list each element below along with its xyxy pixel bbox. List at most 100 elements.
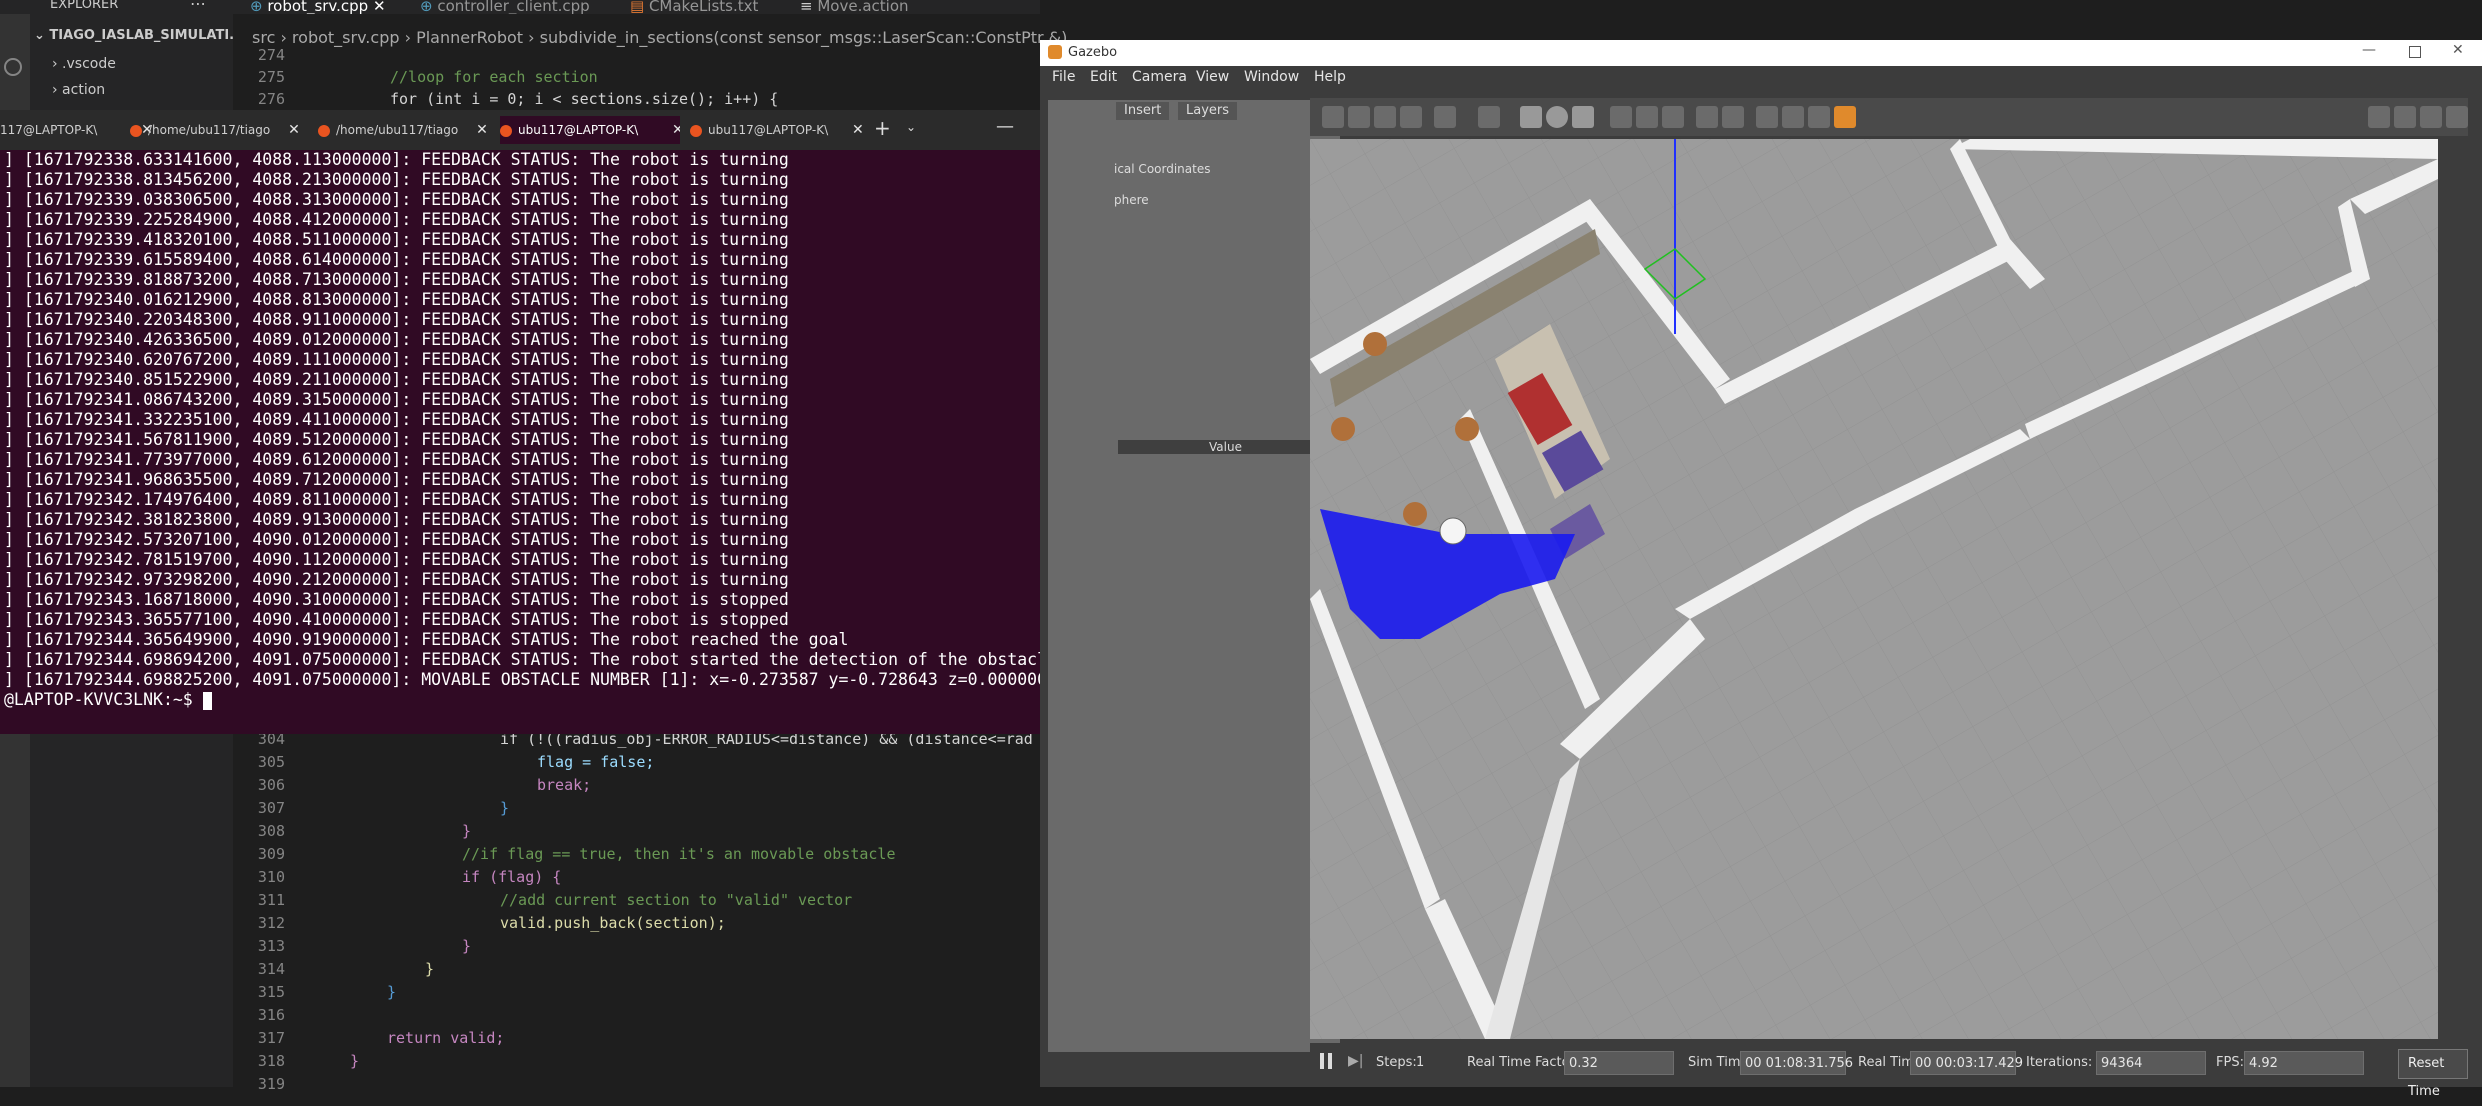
folder-vscode[interactable]: › .vscode (52, 56, 116, 72)
iterations-value: 94364 (2096, 1051, 2206, 1075)
terminal-window[interactable]: 117@LAPTOP-K\ ✕ /home/ubu117/tiago ✕ /ho… (0, 110, 1118, 734)
menu-edit[interactable]: Edit (1090, 69, 1117, 85)
scene-viewport[interactable] (1310, 139, 2438, 1039)
copy-icon[interactable] (1696, 106, 1718, 128)
iterations-label: Iterations: (2026, 1055, 2093, 1070)
terminal-tab-2[interactable]: /home/ubu117/tiago ✕ (130, 116, 310, 144)
close-icon[interactable]: ✕ (2452, 42, 2464, 58)
robot[interactable] (1439, 517, 1467, 545)
fps-value: 4.92 (2244, 1051, 2364, 1075)
steps-label: Steps: (1376, 1055, 1417, 1070)
steps-value[interactable]: 1 (1416, 1055, 1424, 1070)
spotlight-icon[interactable] (1662, 106, 1684, 128)
align-icon[interactable] (1756, 106, 1778, 128)
code-line: if (flag) { (462, 868, 562, 886)
terminal-line: ] [1671792339.225284900, 4088.412000000]… (4, 210, 789, 229)
terminal-line: ] [1671792340.851522900, 4089.211000000]… (4, 370, 789, 389)
code-line: } (350, 1052, 360, 1070)
cylinder-icon[interactable] (1572, 106, 1594, 128)
pause-icon[interactable] (1320, 1053, 1332, 1069)
code-line: //add current section to "valid" vector (500, 891, 853, 909)
code-line: } (462, 822, 472, 840)
record-icon[interactable] (2394, 106, 2416, 128)
tab-insert[interactable]: Insert (1116, 102, 1170, 120)
menu-help[interactable]: Help (1314, 69, 1346, 85)
magnet-icon[interactable] (1808, 106, 1830, 128)
translate-icon[interactable] (1348, 106, 1370, 128)
plot-icon[interactable] (2420, 106, 2442, 128)
line-number: 308 (257, 822, 285, 840)
screenshot-icon[interactable] (2368, 106, 2390, 128)
terminal-tab-3[interactable]: /home/ubu117/tiago ✕ (318, 116, 498, 144)
tree-item[interactable]: phere (1114, 193, 1149, 207)
rotate-icon[interactable] (1374, 106, 1396, 128)
video-icon[interactable] (2446, 106, 2468, 128)
tree-item[interactable]: ical Coordinates (1114, 162, 1210, 176)
cylinder-table (1455, 417, 1479, 441)
line-number: 311 (257, 891, 285, 909)
tab-label: /home/ubu117/tiago (148, 123, 271, 137)
menu-file[interactable]: File (1052, 69, 1075, 85)
cylinder-table (1403, 502, 1427, 526)
line-number: 310 (257, 868, 285, 886)
terminal-line: ] [1671792341.332235100, 4089.411000000]… (4, 410, 789, 429)
code-line: //loop for each section (390, 68, 598, 86)
step-icon[interactable]: ▶| (1348, 1053, 1363, 1069)
close-icon[interactable]: ✕ (672, 122, 680, 138)
minimize-icon[interactable]: — (996, 116, 1014, 137)
tab-label: ubu117@LAPTOP-K\ (518, 123, 639, 137)
workspace-root[interactable]: ⌄ TIAGO_IASLAB_SIMULATI... (34, 28, 244, 43)
line-number: 314 (257, 960, 285, 978)
terminal-line: ] [1671792344.698694200, 4091.075000000]… (4, 650, 1067, 669)
more-icon[interactable]: ⋯ (190, 0, 206, 13)
close-icon[interactable]: ✕ (288, 122, 300, 138)
gazebo-logo-icon (1048, 45, 1062, 59)
view-angle-icon[interactable] (1834, 106, 1856, 128)
minimize-icon[interactable]: — (2362, 42, 2376, 58)
scene-render (1310, 139, 2438, 1039)
code-line: } (387, 983, 397, 1001)
new-tab-icon[interactable]: + (874, 116, 891, 140)
line-number: 315 (257, 983, 285, 1001)
code-line: } (425, 960, 435, 978)
tab-label: /home/ubu117/tiago (336, 123, 459, 137)
menu-window[interactable]: Window (1244, 69, 1299, 85)
line-number: 313 (257, 937, 285, 955)
terminal-tab-4[interactable]: ubu117@LAPTOP-K\ ✕ (500, 116, 680, 144)
close-icon[interactable]: ✕ (373, 0, 386, 15)
search-icon[interactable] (4, 58, 22, 76)
terminal-tab-5[interactable]: ubu117@LAPTOP-K\ ✕ (690, 116, 870, 144)
snap-icon[interactable] (1782, 106, 1804, 128)
pointlight-icon[interactable] (1636, 106, 1658, 128)
line-number: 316 (257, 1006, 285, 1024)
tab-layers[interactable]: Layers (1178, 102, 1238, 120)
select-icon[interactable] (1322, 106, 1344, 128)
bottom-bar: ▶| Steps: 1 Real Time Factor: 0.32 Sim T… (1310, 1043, 2468, 1099)
scale-icon[interactable] (1400, 106, 1422, 128)
terminal-prompt-line[interactable]: @LAPTOP-KVVC3LNK:~$ (4, 690, 1067, 710)
folder-action[interactable]: › action (52, 82, 105, 98)
line-number: 306 (257, 776, 285, 794)
terminal-output: ] [1671792338.633141600, 4088.113000000]… (4, 150, 1067, 710)
box-icon[interactable] (1520, 106, 1542, 128)
terminal-line: ] [1671792343.168718000, 4090.310000000]… (4, 590, 789, 609)
chevron-down-icon[interactable]: ⌄ (906, 120, 916, 134)
sphere-icon[interactable] (1546, 106, 1568, 128)
menu-view[interactable]: View (1196, 69, 1229, 85)
undo-icon[interactable] (1434, 106, 1456, 128)
cylinder-table (1363, 332, 1387, 356)
close-icon[interactable]: ✕ (476, 122, 488, 138)
breadcrumb[interactable]: src › robot_srv.cpp › PlannerRobot › sub… (252, 28, 1067, 47)
reset-time-button[interactable]: Reset Time (2398, 1049, 2468, 1099)
code-line: flag = false; (537, 753, 655, 771)
tab-label: Move.action (817, 0, 909, 15)
redo-icon[interactable] (1478, 106, 1500, 128)
menu-camera[interactable]: Camera (1132, 69, 1187, 85)
fps-label: FPS: (2216, 1055, 2244, 1070)
maximize-icon[interactable] (2409, 46, 2421, 58)
sun-icon[interactable] (1610, 106, 1632, 128)
paste-icon[interactable] (1722, 106, 1744, 128)
close-icon[interactable]: ✕ (852, 122, 864, 138)
code-line: } (462, 937, 472, 955)
rtf-label: Real Time Factor: (1467, 1055, 1580, 1070)
